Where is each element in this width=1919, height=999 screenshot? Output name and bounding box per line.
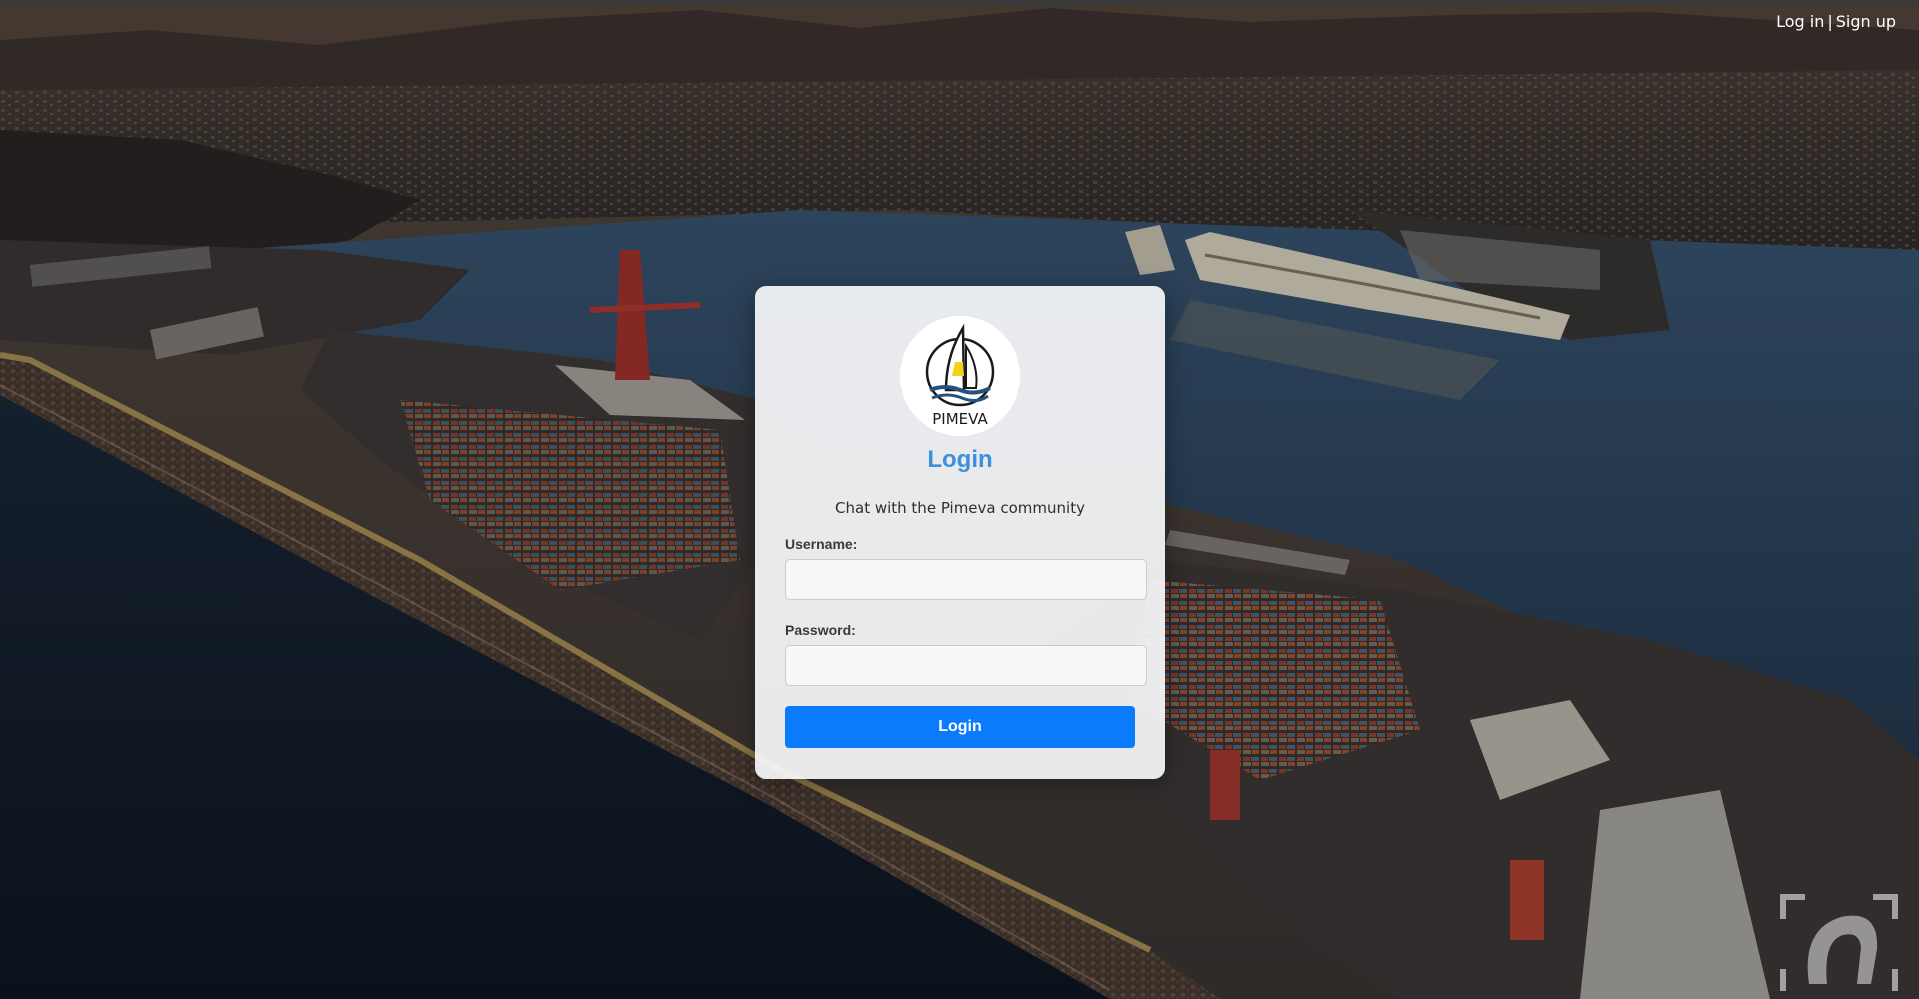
login-title: Login [927,446,993,473]
password-input[interactable] [785,645,1147,686]
username-label: Username: [785,536,858,552]
password-label: Password: [785,622,856,638]
login-link[interactable]: Log in [1776,12,1824,31]
login-button[interactable]: Login [785,706,1135,748]
login-page: Log in | Sign up PIMEVA Login Chat with th… [0,0,1919,999]
top-nav: Log in | Sign up [1776,12,1896,31]
logo-text: PIMEVA [932,410,988,428]
camera-frame-watermark-icon [1780,894,1898,991]
username-input[interactable] [785,559,1147,600]
pimeva-logo: PIMEVA [900,316,1020,436]
nav-separator: | [1827,12,1833,31]
signup-link[interactable]: Sign up [1836,12,1896,31]
sailboat-logo-icon: PIMEVA [900,316,1020,436]
login-card: PIMEVA Login Chat with the Pimeva commun… [755,286,1165,779]
top-strip [0,0,1919,5]
login-subtitle: Chat with the Pimeva community [835,499,1085,517]
